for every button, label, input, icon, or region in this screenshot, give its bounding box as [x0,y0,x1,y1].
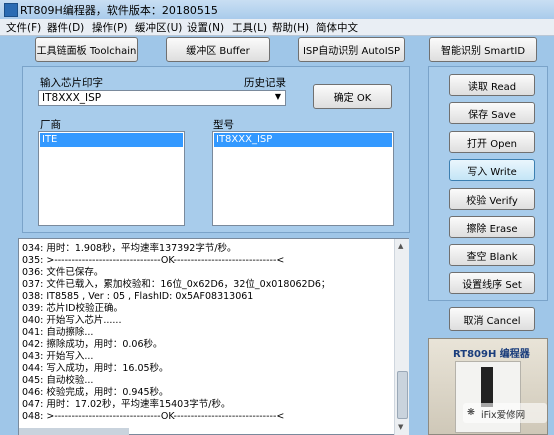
log-line: 046: 校验完成，用时：0.945秒。 [22,387,169,398]
menu-operation[interactable]: 操作(P) [92,20,128,35]
watermark-logo-icon: ❋ [467,407,475,418]
log-line: 038: IT8585 , Ver : 05 , FlashID: 0x5AF0… [22,291,254,302]
product-title: RT809H 编程器 [453,349,530,360]
model-list-item[interactable]: IT8XXX_ISP [214,133,392,147]
log-vertical-scrollbar[interactable]: ▲ ▼ [394,239,409,435]
menu-help[interactable]: 帮助(H) [272,20,309,35]
menu-buffer[interactable]: 缓冲区(U) [135,20,182,35]
erase-button[interactable]: 擦除 Erase [449,216,535,238]
vendor-list-item[interactable]: ITE [40,133,183,147]
vendor-label: 厂商 [40,119,61,131]
ok-button[interactable]: 确定 OK [313,84,392,109]
log-horizontal-scrollbar[interactable] [19,428,129,435]
smartid-button[interactable]: 智能识别 SmartID [429,37,537,62]
scroll-down-icon[interactable]: ▼ [398,423,403,431]
history-label: 历史记录 [244,77,286,89]
log-line: 040: 开始写入芯片...... [22,315,122,326]
menu-settings[interactable]: 设置(N) [187,20,224,35]
set-button[interactable]: 设置线序 Set [449,272,535,294]
log-line: 042: 擦除成功，用时：0.06秒。 [22,339,163,350]
toolchain-button[interactable]: 工具链面板 Toolchain [35,37,138,62]
app-icon [4,3,18,17]
log-line: 039: 芯片ID校验正确。 [22,303,123,314]
menu-language[interactable]: 简体中文 [316,20,358,35]
chevron-down-icon[interactable]: ▼ [275,92,281,101]
log-line: 045: 自动校验... [22,375,94,386]
verify-button[interactable]: 校验 Verify [449,188,535,210]
chip-input-label: 输入芯片印字 [40,77,103,89]
buffer-button[interactable]: 缓冲区 Buffer [166,37,270,62]
zif-socket [481,367,493,407]
log-line: 043: 开始写入... [22,351,94,362]
watermark: ❋ iFix爱修网 [463,403,547,423]
log-line: 035: >-------------------------------OK-… [22,255,285,266]
menu-bar: 文件(F) 器件(D) 操作(P) 缓冲区(U) 设置(N) 工具(L) 帮助(… [0,19,554,36]
cancel-button[interactable]: 取消 Cancel [449,307,535,331]
log-line: 037: 文件已载入，累加校验和：16位_0x62D6，32位_0x018062… [22,279,331,290]
write-button[interactable]: 写入 Write [449,159,535,181]
chip-input-value: IT8XXX_ISP [42,92,102,104]
log-line: 047: 用时：17.02秒，平均速率15403字节/秒。 [22,399,231,410]
scroll-thumb[interactable] [397,371,408,419]
log-line: 036: 文件已保存。 [22,267,104,278]
open-button[interactable]: 打开 Open [449,131,535,153]
watermark-text: iFix爱修网 [481,410,526,421]
vendor-list[interactable]: ITE [38,131,185,226]
model-list[interactable]: IT8XXX_ISP [212,131,394,226]
menu-device[interactable]: 器件(D) [47,20,84,35]
blank-button[interactable]: 查空 Blank [449,244,535,266]
product-image: RT809H 编程器 ❋ iFix爱修网 [428,338,548,435]
log-line: 044: 写入成功，用时：16.05秒。 [22,363,169,374]
app-window: RT809H编程器，软件版本：20180515 文件(F) 器件(D) 操作(P… [0,0,554,435]
log-line: 034: 用时：1.908秒，平均速率137392字节/秒。 [22,243,237,254]
read-button[interactable]: 读取 Read [449,74,535,96]
log-output[interactable]: 034: 用时：1.908秒，平均速率137392字节/秒。 035: >---… [18,238,409,435]
title-bar: RT809H编程器，软件版本：20180515 [0,0,554,19]
menu-tools[interactable]: 工具(L) [232,20,267,35]
log-line: 048: >-------------------------------OK-… [22,411,285,422]
chip-input-combo[interactable]: IT8XXX_ISP ▼ [38,90,286,106]
autoisp-button[interactable]: ISP自动识别 AutoISP [298,37,405,62]
scroll-up-icon[interactable]: ▲ [398,242,403,250]
log-line: 041: 自动擦除... [22,327,94,338]
save-button[interactable]: 保存 Save [449,102,535,124]
menu-file[interactable]: 文件(F) [6,20,41,35]
model-label: 型号 [213,119,234,131]
window-title: RT809H编程器，软件版本：20180515 [20,4,218,17]
